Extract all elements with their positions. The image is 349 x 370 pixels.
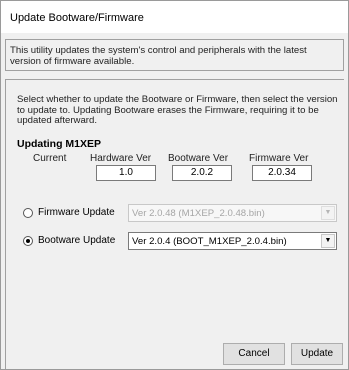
firmware-version-select: Ver 2.0.48 (M1XEP_2.0.48.bin) ▼: [128, 204, 337, 222]
update-dialog: Update Bootware/Firmware This utility up…: [0, 0, 349, 370]
firmware-ver-field: 2.0.34: [252, 165, 312, 181]
update-button[interactable]: Update: [291, 343, 343, 365]
bootware-update-radio[interactable]: [23, 236, 33, 246]
intro-panel: This utility updates the system's contro…: [5, 39, 344, 71]
bootware-ver-label: Bootware Ver: [168, 153, 229, 164]
bootware-ver-field: 2.0.2: [172, 165, 232, 181]
window-title: Update Bootware/Firmware: [10, 12, 144, 24]
hardware-ver-label: Hardware Ver: [90, 153, 152, 164]
device-heading: Updating M1XEP: [17, 138, 102, 150]
current-label: Current: [33, 153, 67, 164]
main-panel: Select whether to update the Bootware or…: [5, 79, 344, 369]
firmware-version-value: Ver 2.0.48 (M1XEP_2.0.48.bin): [132, 208, 265, 219]
instructions-text: Select whether to update the Bootware or…: [17, 94, 338, 126]
chevron-down-icon: ▼: [321, 206, 335, 220]
intro-text: This utility updates the system's contro…: [10, 45, 307, 67]
bootware-version-select[interactable]: Ver 2.0.4 (BOOT_M1XEP_2.0.4.bin) ▼: [128, 232, 337, 250]
radio-selected-dot: [26, 239, 30, 243]
bootware-update-label[interactable]: Bootware Update: [38, 235, 115, 246]
firmware-ver-label: Firmware Ver: [249, 153, 309, 164]
bootware-version-value: Ver 2.0.4 (BOOT_M1XEP_2.0.4.bin): [132, 236, 287, 247]
cancel-button[interactable]: Cancel: [223, 343, 285, 365]
chevron-down-icon[interactable]: ▼: [321, 234, 335, 248]
firmware-update-label[interactable]: Firmware Update: [38, 207, 115, 218]
title-bar: Update Bootware/Firmware: [1, 1, 348, 33]
hardware-ver-field: 1.0: [96, 165, 156, 181]
firmware-update-radio[interactable]: [23, 208, 33, 218]
